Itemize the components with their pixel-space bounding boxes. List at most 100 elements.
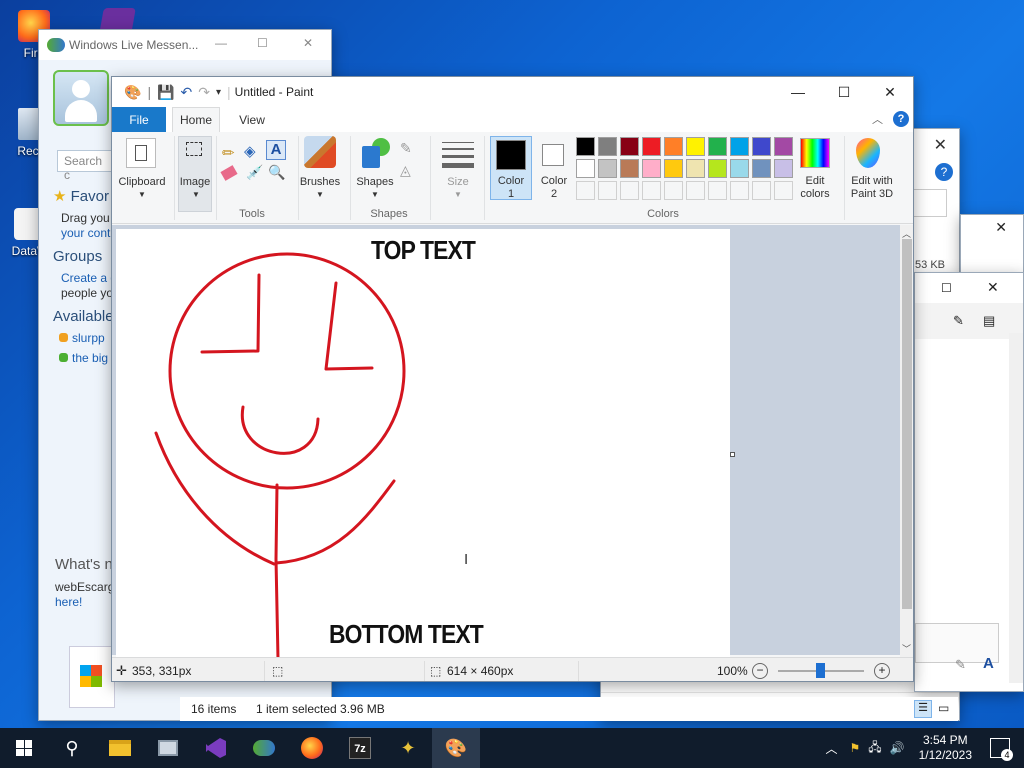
details-view-icon[interactable]: ☰ <box>914 700 932 718</box>
7zip-icon[interactable]: 7z <box>336 728 384 768</box>
drag-hint-link[interactable]: your cont <box>61 226 110 240</box>
close-icon[interactable]: ✕ <box>303 36 313 50</box>
clipboard-icon[interactable] <box>126 138 156 168</box>
visual-studio-icon[interactable] <box>192 728 240 768</box>
scroll-thumb[interactable] <box>902 239 912 609</box>
palette-swatch[interactable] <box>598 159 617 178</box>
save-icon[interactable]: 💾 <box>157 84 174 101</box>
color2-label[interactable]: Color 2 <box>534 175 574 201</box>
palette-swatch[interactable] <box>598 137 617 156</box>
zoom-in-icon[interactable]: + <box>874 662 890 679</box>
palette-swatch[interactable] <box>752 181 771 200</box>
palette-swatch[interactable] <box>620 137 639 156</box>
fill-shape-icon[interactable]: ◬ <box>400 162 411 179</box>
file-explorer-icon[interactable] <box>96 728 144 768</box>
outline-icon[interactable]: ✎ <box>400 140 412 157</box>
customize-qat-icon[interactable]: ▾ <box>216 87 221 98</box>
edit-icon[interactable]: ✎ <box>955 657 966 673</box>
minimize-button[interactable]: — <box>775 77 821 107</box>
maximize-icon[interactable]: ☐ <box>257 36 268 50</box>
volume-icon[interactable]: 🔊 <box>890 741 905 755</box>
fill-icon[interactable]: ◈ <box>244 142 256 160</box>
search-input[interactable]: Search c <box>57 150 117 182</box>
eraser-icon[interactable] <box>220 165 238 181</box>
palette-swatch[interactable] <box>774 137 793 156</box>
security-icon[interactable]: ⚑ <box>850 741 861 755</box>
avatar[interactable] <box>53 70 109 126</box>
palette-swatch[interactable] <box>642 137 661 156</box>
chevron-up-icon[interactable]: ︿ <box>825 740 837 757</box>
large-icons-view-icon[interactable]: ▭ <box>938 701 949 715</box>
color-picker-icon[interactable]: 💉 <box>246 164 263 181</box>
redo-icon[interactable]: ↷ <box>198 84 210 101</box>
palette-swatch[interactable] <box>708 137 727 156</box>
palette-swatch[interactable] <box>730 159 749 178</box>
close-button[interactable]: ✕ <box>867 77 913 107</box>
edit-colors-button[interactable]: Edit colors <box>792 175 838 201</box>
palette-swatch[interactable] <box>708 181 727 200</box>
collapse-ribbon-icon[interactable]: ︿ <box>872 111 883 127</box>
search-icon[interactable]: ⚲ <box>48 728 96 768</box>
maximize-button[interactable]: ☐ <box>821 77 867 107</box>
close-icon[interactable]: ✕ <box>995 219 1007 236</box>
create-group-link[interactable]: Create a g <box>61 271 117 285</box>
palette-swatch[interactable] <box>774 181 793 200</box>
notification-icon[interactable]: 4 <box>990 738 1013 761</box>
text-icon[interactable]: A <box>266 140 286 160</box>
palette-swatch[interactable] <box>730 181 749 200</box>
palette-swatch[interactable] <box>576 159 595 178</box>
palette-swatch[interactable] <box>686 137 705 156</box>
palette-swatch[interactable] <box>598 181 617 200</box>
tab-view[interactable]: View <box>228 107 276 132</box>
messenger-icon[interactable] <box>240 728 288 768</box>
pen-icon[interactable]: ✎ <box>953 313 964 329</box>
palette-swatch[interactable] <box>664 137 683 156</box>
groups-header[interactable]: Groups <box>53 248 102 265</box>
palette-swatch[interactable] <box>642 181 661 200</box>
palette-swatch[interactable] <box>774 159 793 178</box>
tab-home[interactable]: Home <box>172 107 220 132</box>
resize-handle[interactable] <box>730 452 735 457</box>
maximize-icon[interactable]: ☐ <box>941 281 952 295</box>
help-icon[interactable]: ? <box>893 111 909 127</box>
palette-swatch[interactable] <box>686 159 705 178</box>
scrollbar[interactable] <box>1009 333 1023 683</box>
scroll-down-icon[interactable]: ﹀ <box>902 642 911 655</box>
firefox-icon[interactable] <box>288 728 336 768</box>
palette-swatch[interactable] <box>752 137 771 156</box>
wand-icon[interactable]: ✦ <box>384 728 432 768</box>
tab-file[interactable]: File <box>112 107 166 132</box>
network-icon[interactable]: 🖧 <box>868 738 881 759</box>
zoom-slider-thumb[interactable] <box>816 663 825 678</box>
palette-swatch[interactable] <box>664 181 683 200</box>
vertical-scrollbar[interactable]: ︿ ﹀ <box>900 225 913 657</box>
palette-swatch[interactable] <box>576 137 595 156</box>
palette-swatch[interactable] <box>620 159 639 178</box>
palette-swatch[interactable] <box>576 181 595 200</box>
color2-swatch[interactable] <box>542 144 564 166</box>
contact-item[interactable]: slurpp <box>59 331 105 345</box>
help-icon[interactable]: ? <box>935 163 953 181</box>
paint-icon[interactable]: 🎨 <box>432 728 480 768</box>
edit-with-paint3d-button[interactable]: Edit with Paint 3D <box>844 175 900 201</box>
available-header[interactable]: Available <box>53 308 114 325</box>
palette-swatch[interactable] <box>752 159 771 178</box>
favorites-header[interactable]: ★ Favor <box>53 187 109 205</box>
contact-item[interactable]: the big <box>59 351 108 365</box>
paste-icon[interactable]: ▤ <box>983 313 995 329</box>
windows-start-icon[interactable] <box>0 728 48 768</box>
palette-swatch[interactable] <box>664 159 683 178</box>
clock[interactable]: 3:54 PM 1/12/2023 <box>919 733 972 763</box>
font-icon[interactable]: A <box>983 655 994 672</box>
palette-swatch[interactable] <box>642 159 661 178</box>
magnifier-icon[interactable]: 🔍 <box>268 164 285 181</box>
pencil-icon[interactable]: ✏ <box>222 144 235 162</box>
zoom-out-icon[interactable]: − <box>752 662 768 679</box>
undo-icon[interactable]: ↶ <box>181 84 193 101</box>
palette-swatch[interactable] <box>708 159 727 178</box>
palette-swatch[interactable] <box>620 181 639 200</box>
close-icon[interactable]: ✕ <box>934 135 947 155</box>
promo-link[interactable]: here! <box>55 595 82 609</box>
ad-banner[interactable] <box>69 646 115 708</box>
palette-swatch[interactable] <box>730 137 749 156</box>
